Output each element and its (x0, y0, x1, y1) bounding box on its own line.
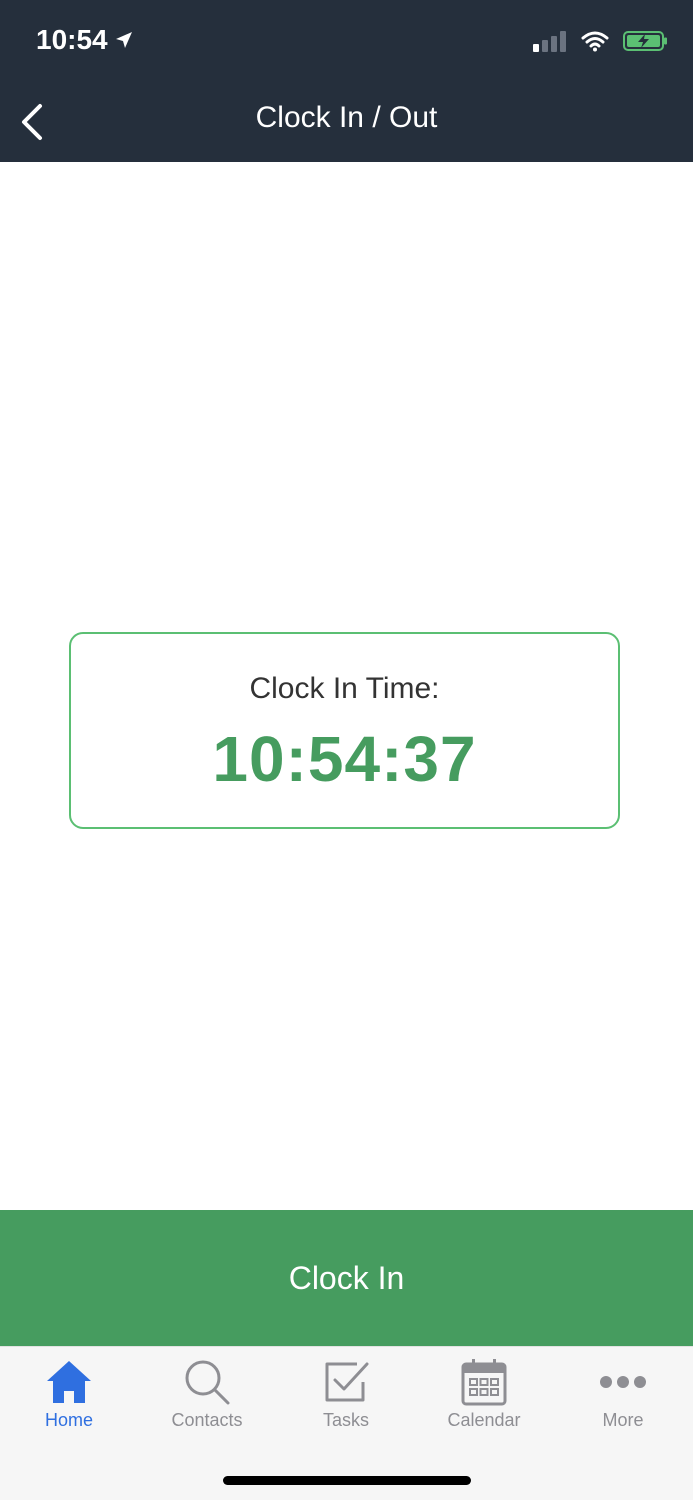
clock-in-button[interactable]: Clock In (0, 1210, 693, 1346)
tab-home-label: Home (44, 1410, 93, 1430)
clock-in-time-value: 10:54:37 (212, 723, 477, 795)
clock-in-time-card: Clock In Time: 10:54:37 (69, 632, 620, 829)
home-icon (47, 1361, 91, 1403)
checkbox-icon (325, 1362, 369, 1402)
top-bar: 10:54 Clock In / Out (0, 0, 693, 162)
calendar-icon (461, 1359, 507, 1406)
tab-contacts[interactable]: Contacts (138, 1357, 276, 1437)
tab-calendar-label: Calendar (447, 1410, 521, 1430)
status-time-text: 10:54 (36, 24, 108, 55)
battery-charging-icon (623, 31, 667, 51)
page-title: Clock In / Out (255, 101, 438, 134)
tab-more[interactable]: More (554, 1357, 692, 1437)
tab-contacts-label: Contacts (171, 1410, 243, 1430)
more-icon (600, 1376, 646, 1388)
wifi-icon (581, 31, 609, 52)
location-arrow-icon (115, 32, 132, 48)
tab-more-label: More (602, 1410, 644, 1430)
status-time: 10:54 (36, 24, 134, 56)
tab-tasks[interactable]: Tasks (277, 1357, 415, 1437)
tab-tasks-label: Tasks (322, 1410, 369, 1430)
tab-home[interactable]: Home (0, 1357, 138, 1437)
search-icon (185, 1360, 230, 1405)
clock-in-time-label: Clock In Time: (249, 672, 440, 705)
tab-calendar[interactable]: Calendar (415, 1357, 553, 1437)
signal-icon (533, 31, 566, 52)
home-indicator[interactable] (223, 1476, 471, 1485)
status-icons (533, 30, 669, 52)
